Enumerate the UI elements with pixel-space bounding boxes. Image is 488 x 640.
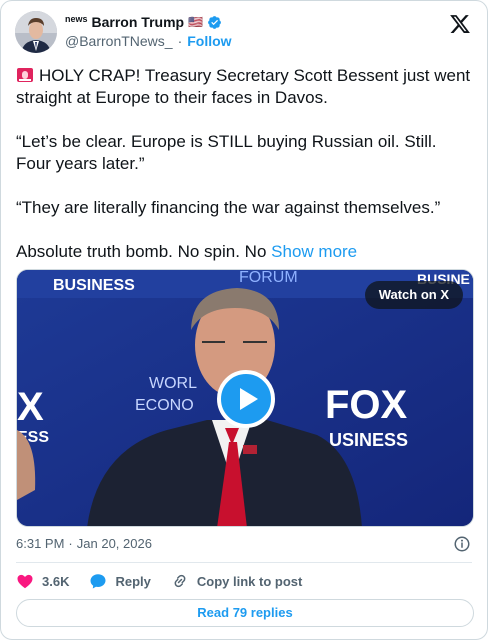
author-avatar[interactable] — [15, 11, 57, 53]
author-handle[interactable]: @BarronTNews_ — [65, 33, 173, 49]
author-name-row[interactable]: news Barron Trump 🇺🇸 — [65, 14, 222, 30]
like-button[interactable]: 3.6K — [16, 572, 69, 590]
post-timestamp[interactable]: 6:31 PM · Jan 20, 2026 — [16, 536, 152, 551]
copy-link-button[interactable]: Copy link to post — [171, 572, 302, 590]
author-handle-row: @BarronTNews_ · Follow — [65, 33, 232, 49]
bg-world: WORL — [149, 375, 197, 392]
watch-on-x-button[interactable]: Watch on X — [364, 281, 463, 309]
link-icon — [174, 574, 186, 588]
author-name-prefix: news — [65, 14, 88, 24]
verified-badge-icon — [208, 15, 221, 29]
info-icon[interactable] — [453, 535, 471, 553]
post-text: HOLY CRAP! Treasury Secretary Scott Bess… — [16, 65, 476, 263]
post-line-1-text: HOLY CRAP! Treasury Secretary Scott Bess… — [16, 66, 471, 107]
time-separator: · — [68, 536, 73, 551]
bg-fox-business: USINESS — [329, 430, 408, 450]
show-more-link[interactable]: Show more — [271, 242, 357, 261]
copy-link-label: Copy link to post — [196, 573, 303, 589]
bg-economic: ECONO — [135, 397, 194, 414]
play-button[interactable] — [217, 370, 275, 428]
reply-label: Reply — [115, 573, 151, 589]
post-line-4-text: Absolute truth bomb. No spin. No — [16, 242, 267, 261]
reply-button[interactable]: Reply — [89, 572, 151, 590]
post-line-1: HOLY CRAP! Treasury Secretary Scott Bess… — [16, 65, 476, 109]
follow-button[interactable]: Follow — [187, 33, 231, 49]
author-flag: 🇺🇸 — [188, 15, 204, 29]
read-replies-button[interactable]: Read 79 replies — [16, 599, 474, 627]
embedded-post-card: news Barron Trump 🇺🇸 @BarronTNews_ · Fol… — [0, 0, 488, 640]
action-bar: 3.6K Reply Copy link to post — [16, 570, 322, 592]
author-name[interactable]: Barron Trump — [92, 14, 185, 30]
play-icon — [240, 388, 258, 410]
bg-business-left: BUSINESS — [53, 277, 135, 294]
post-time: 6:31 PM — [16, 536, 65, 551]
reply-bubble-icon — [90, 574, 106, 589]
bg-fox: FOX — [325, 383, 408, 427]
handle-separator: · — [177, 33, 183, 49]
heart-icon — [17, 574, 33, 589]
post-line-2: “Let’s be clear. Europe is STILL buying … — [16, 132, 437, 173]
x-logo-icon[interactable] — [449, 13, 471, 35]
post-date: Jan 20, 2026 — [76, 536, 152, 551]
bg-fox-left: X — [17, 385, 44, 429]
bg-forum: FORUM — [239, 270, 298, 286]
post-line-4: Absolute truth bomb. No spin. No Show mo… — [16, 241, 476, 263]
siren-icon — [17, 68, 33, 82]
video-thumbnail[interactable]: BUSINESS FORUM BUSINE WORL ECONO FOX USI… — [16, 269, 474, 527]
divider — [16, 562, 472, 563]
post-line-3: “They are literally financing the war ag… — [16, 198, 441, 217]
like-count: 3.6K — [42, 573, 70, 589]
